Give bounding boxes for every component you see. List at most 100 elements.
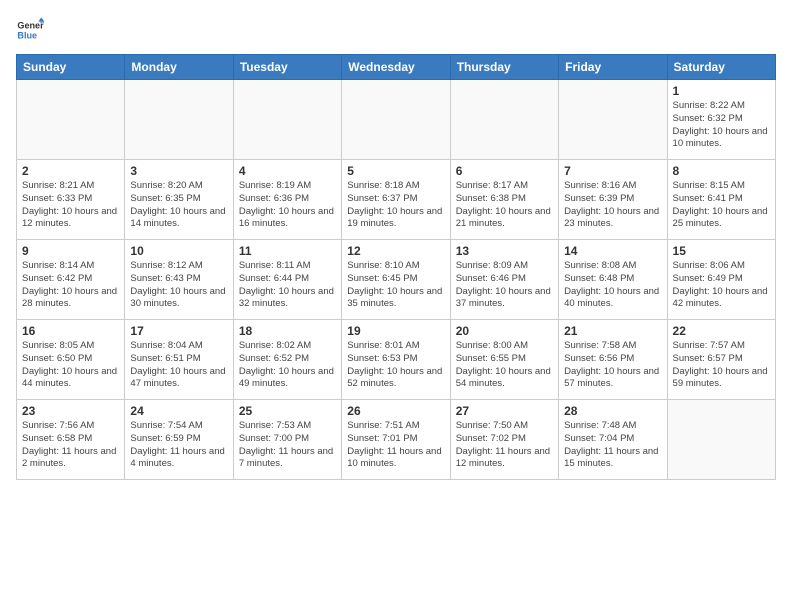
- calendar-week-2: 2 Sunrise: 8:21 AM Sunset: 6:33 PM Daylig…: [17, 160, 776, 240]
- day-number: 13: [456, 244, 553, 258]
- day-number: 10: [130, 244, 227, 258]
- day-number: 27: [456, 404, 553, 418]
- calendar-week-3: 9 Sunrise: 8:14 AM Sunset: 6:42 PM Daylig…: [17, 240, 776, 320]
- calendar-cell: 13 Sunrise: 8:09 AM Sunset: 6:46 PM Dayli…: [450, 240, 558, 320]
- day-number: 25: [239, 404, 336, 418]
- day-info: Sunrise: 7:48 AM Sunset: 7:04 PM Dayligh…: [564, 420, 661, 471]
- calendar-cell: 6 Sunrise: 8:17 AM Sunset: 6:38 PM Daylig…: [450, 160, 558, 240]
- day-info: Sunrise: 8:21 AM Sunset: 6:33 PM Dayligh…: [22, 180, 119, 231]
- day-info: Sunrise: 8:00 AM Sunset: 6:55 PM Dayligh…: [456, 340, 553, 391]
- calendar-cell: 3Sunrise: 8:20 AM Sunset: 6:35 PM Daylig…: [125, 160, 233, 240]
- page-header: General Blue: [16, 16, 776, 44]
- day-number: 24: [130, 404, 227, 418]
- calendar-cell: 17 Sunrise: 8:04 AM Sunset: 6:51 PM Dayli…: [125, 320, 233, 400]
- calendar-cell: [667, 400, 775, 480]
- day-info: Sunrise: 8:01 AM Sunset: 6:53 PM Dayligh…: [347, 340, 444, 391]
- calendar-week-4: 16 Sunrise: 8:05 AM Sunset: 6:50 PM Dayli…: [17, 320, 776, 400]
- calendar-cell: 28 Sunrise: 7:48 AM Sunset: 7:04 PM Dayli…: [559, 400, 667, 480]
- calendar-cell: 18Sunrise: 8:02 AM Sunset: 6:52 PM Dayli…: [233, 320, 341, 400]
- calendar-cell: 10 Sunrise: 8:12 AM Sunset: 6:43 PM Dayli…: [125, 240, 233, 320]
- calendar-cell: 12Sunrise: 8:10 AM Sunset: 6:45 PM Dayli…: [342, 240, 450, 320]
- day-number: 2: [22, 164, 119, 178]
- calendar-cell: [17, 80, 125, 160]
- day-info: Sunrise: 8:19 AM Sunset: 6:36 PM Dayligh…: [239, 180, 336, 231]
- weekday-header-thursday: Thursday: [450, 55, 558, 80]
- calendar-cell: 21 Sunrise: 7:58 AM Sunset: 6:56 PM Dayli…: [559, 320, 667, 400]
- day-number: 14: [564, 244, 661, 258]
- calendar-cell: 27 Sunrise: 7:50 AM Sunset: 7:02 PM Dayli…: [450, 400, 558, 480]
- calendar-cell: 14 Sunrise: 8:08 AM Sunset: 6:48 PM Dayli…: [559, 240, 667, 320]
- day-info: Sunrise: 8:12 AM Sunset: 6:43 PM Dayligh…: [130, 260, 227, 311]
- day-info: Sunrise: 8:08 AM Sunset: 6:48 PM Dayligh…: [564, 260, 661, 311]
- svg-text:Blue: Blue: [17, 30, 37, 40]
- day-number: 16: [22, 324, 119, 338]
- weekday-header-tuesday: Tuesday: [233, 55, 341, 80]
- calendar-week-1: 1 Sunrise: 8:22 AM Sunset: 6:32 PM Daylig…: [17, 80, 776, 160]
- day-info: Sunrise: 8:09 AM Sunset: 6:46 PM Dayligh…: [456, 260, 553, 311]
- calendar-cell: 1 Sunrise: 8:22 AM Sunset: 6:32 PM Daylig…: [667, 80, 775, 160]
- day-number: 8: [673, 164, 770, 178]
- calendar-cell: 8 Sunrise: 8:15 AM Sunset: 6:41 PM Daylig…: [667, 160, 775, 240]
- day-info: Sunrise: 8:04 AM Sunset: 6:51 PM Dayligh…: [130, 340, 227, 391]
- day-info: Sunrise: 7:50 AM Sunset: 7:02 PM Dayligh…: [456, 420, 553, 471]
- logo: General Blue: [16, 16, 48, 44]
- calendar-week-5: 23 Sunrise: 7:56 AM Sunset: 6:58 PM Dayli…: [17, 400, 776, 480]
- day-info: Sunrise: 7:57 AM Sunset: 6:57 PM Dayligh…: [673, 340, 770, 391]
- day-number: 17: [130, 324, 227, 338]
- calendar-table: SundayMondayTuesdayWednesdayThursdayFrid…: [16, 54, 776, 480]
- day-number: 15: [673, 244, 770, 258]
- calendar-cell: 5Sunrise: 8:18 AM Sunset: 6:37 PM Daylig…: [342, 160, 450, 240]
- calendar-cell: [342, 80, 450, 160]
- calendar-cell: [233, 80, 341, 160]
- day-number: 6: [456, 164, 553, 178]
- day-info: Sunrise: 7:58 AM Sunset: 6:56 PM Dayligh…: [564, 340, 661, 391]
- calendar-cell: 4 Sunrise: 8:19 AM Sunset: 6:36 PM Daylig…: [233, 160, 341, 240]
- calendar-cell: 26Sunrise: 7:51 AM Sunset: 7:01 PM Dayli…: [342, 400, 450, 480]
- calendar-cell: 2 Sunrise: 8:21 AM Sunset: 6:33 PM Daylig…: [17, 160, 125, 240]
- weekday-header-monday: Monday: [125, 55, 233, 80]
- day-number: 12: [347, 244, 444, 258]
- day-number: 28: [564, 404, 661, 418]
- calendar-cell: 16 Sunrise: 8:05 AM Sunset: 6:50 PM Dayli…: [17, 320, 125, 400]
- calendar-cell: 20 Sunrise: 8:00 AM Sunset: 6:55 PM Dayli…: [450, 320, 558, 400]
- day-number: 26: [347, 404, 444, 418]
- calendar-cell: 11 Sunrise: 8:11 AM Sunset: 6:44 PM Dayli…: [233, 240, 341, 320]
- day-number: 4: [239, 164, 336, 178]
- day-info: Sunrise: 7:54 AM Sunset: 6:59 PM Dayligh…: [130, 420, 227, 471]
- calendar-cell: 9 Sunrise: 8:14 AM Sunset: 6:42 PM Daylig…: [17, 240, 125, 320]
- day-info: Sunrise: 8:11 AM Sunset: 6:44 PM Dayligh…: [239, 260, 336, 311]
- calendar-header-row: SundayMondayTuesdayWednesdayThursdayFrid…: [17, 55, 776, 80]
- calendar-cell: 15 Sunrise: 8:06 AM Sunset: 6:49 PM Dayli…: [667, 240, 775, 320]
- weekday-header-friday: Friday: [559, 55, 667, 80]
- day-number: 3: [130, 164, 227, 178]
- day-info: Sunrise: 8:15 AM Sunset: 6:41 PM Dayligh…: [673, 180, 770, 231]
- day-info: Sunrise: 7:53 AM Sunset: 7:00 PM Dayligh…: [239, 420, 336, 471]
- calendar-cell: [125, 80, 233, 160]
- day-number: 21: [564, 324, 661, 338]
- day-number: 20: [456, 324, 553, 338]
- day-info: Sunrise: 8:06 AM Sunset: 6:49 PM Dayligh…: [673, 260, 770, 311]
- day-info: Sunrise: 8:14 AM Sunset: 6:42 PM Dayligh…: [22, 260, 119, 311]
- day-number: 11: [239, 244, 336, 258]
- day-number: 9: [22, 244, 119, 258]
- calendar-cell: 7Sunrise: 8:16 AM Sunset: 6:39 PM Daylig…: [559, 160, 667, 240]
- day-number: 22: [673, 324, 770, 338]
- day-info: Sunrise: 8:17 AM Sunset: 6:38 PM Dayligh…: [456, 180, 553, 231]
- calendar-cell: 23 Sunrise: 7:56 AM Sunset: 6:58 PM Dayli…: [17, 400, 125, 480]
- day-number: 23: [22, 404, 119, 418]
- day-info: Sunrise: 7:56 AM Sunset: 6:58 PM Dayligh…: [22, 420, 119, 471]
- day-info: Sunrise: 8:05 AM Sunset: 6:50 PM Dayligh…: [22, 340, 119, 391]
- calendar-cell: [450, 80, 558, 160]
- svg-text:General: General: [17, 21, 44, 31]
- weekday-header-sunday: Sunday: [17, 55, 125, 80]
- calendar-cell: 24 Sunrise: 7:54 AM Sunset: 6:59 PM Dayli…: [125, 400, 233, 480]
- calendar-cell: 22 Sunrise: 7:57 AM Sunset: 6:57 PM Dayli…: [667, 320, 775, 400]
- weekday-header-saturday: Saturday: [667, 55, 775, 80]
- calendar-cell: [559, 80, 667, 160]
- day-info: Sunrise: 8:22 AM Sunset: 6:32 PM Dayligh…: [673, 100, 770, 151]
- calendar-cell: 19 Sunrise: 8:01 AM Sunset: 6:53 PM Dayli…: [342, 320, 450, 400]
- day-number: 19: [347, 324, 444, 338]
- day-number: 7: [564, 164, 661, 178]
- calendar-cell: 25 Sunrise: 7:53 AM Sunset: 7:00 PM Dayli…: [233, 400, 341, 480]
- day-number: 1: [673, 84, 770, 98]
